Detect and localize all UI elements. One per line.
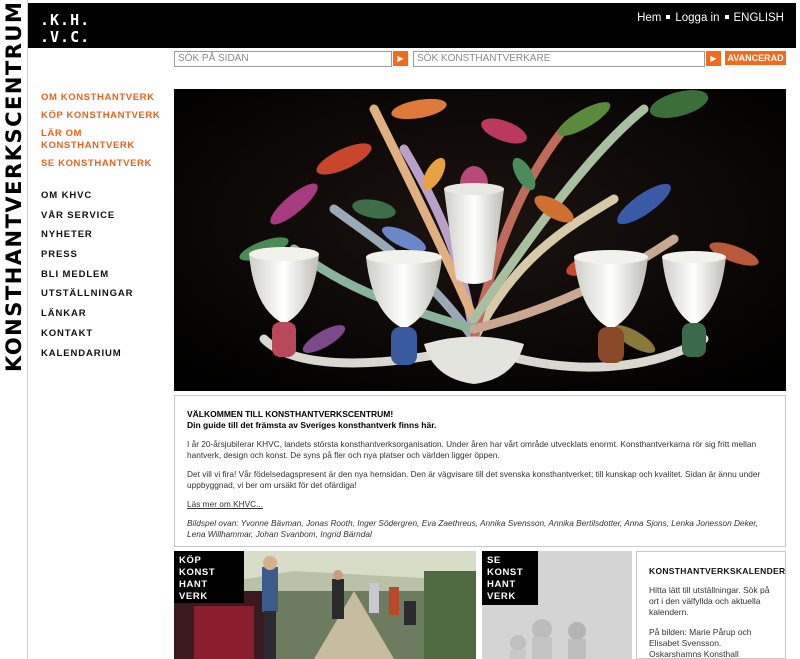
vertical-brand-title: KONSTHANTVERKSCENTRUM [2, 0, 26, 372]
nav-bli-medlem[interactable]: BLI MEDLEM [41, 269, 171, 281]
calendar-photo-credit: På bilden: Marie Pårup och Elisabet Sven… [649, 627, 752, 659]
square-bullet-icon [724, 14, 729, 19]
buy-craft-label: KÖP KONST HANT VERK [174, 551, 244, 603]
welcome-paragraph-1: I år 20-årsjubilerar KHVC, landets störs… [187, 439, 757, 460]
nav-kop-konsthantverk[interactable]: KÖP KONSTHANTVERK [41, 110, 171, 122]
calendar-title: KONSTHANTVERKSKALENDER [649, 566, 786, 576]
glass-chandelier-picture [174, 89, 786, 391]
hero-slideshow-image[interactable] [174, 89, 786, 391]
nav-om-khvc[interactable]: OM KHVC [41, 190, 171, 202]
nav-lar-om-konsthantverk[interactable]: LÄR OM KONSTHANTVERK [41, 128, 141, 152]
english-link[interactable]: ENGLISH [734, 12, 785, 24]
slideshow-credits: Bildspel ovan: Yvonne Bävman, Jonas Root… [187, 518, 758, 539]
artisan-search-input[interactable]: SÖK KONSTHANTVERKARE [413, 51, 705, 67]
site-search-input[interactable]: SÖK PÅ SIDAN [174, 51, 392, 67]
craft-navigation: OM KONSTHANTVERK KÖP KONSTHANTVERK LÄR O… [41, 92, 171, 170]
nav-press[interactable]: PRESS [41, 249, 171, 261]
site-header: .K.H. .V.C. Hem Logga in ENGLISH [28, 3, 796, 48]
see-craft-label: SE KONST HANT VERK [482, 551, 538, 605]
search-bar: SÖK PÅ SIDAN ▶ SÖK KONSTHANTVERKARE ▶ AV… [174, 51, 786, 67]
logo-line-2: .V.C. [40, 28, 91, 46]
buy-craft-card[interactable]: KÖP KONST HANT VERK [174, 551, 476, 659]
advanced-search-button[interactable]: AVANCERAD [725, 51, 786, 65]
read-more-link[interactable]: Läs mer om KHVC... [187, 499, 263, 509]
see-craft-card[interactable]: SE KONST HANT VERK [482, 551, 632, 659]
square-bullet-icon [666, 14, 671, 19]
home-link[interactable]: Hem [637, 12, 661, 24]
vertical-brand-strip: KONSTHANTVERKSCENTRUM [0, 0, 28, 659]
login-link[interactable]: Logga in [675, 12, 719, 24]
site-search-go-button[interactable]: ▶ [393, 51, 408, 66]
nav-se-konsthantverk[interactable]: SE KONSTHANTVERK [41, 158, 171, 170]
khvc-logo[interactable]: .K.H. .V.C. [40, 12, 90, 46]
welcome-box: VÄLKOMMEN TILL KONSTHANTVERKSCENTRUM! Di… [174, 395, 786, 547]
welcome-paragraph-2: Det vill vi fira! Vår födelsedagspresent… [187, 469, 761, 490]
play-arrow-icon: ▶ [710, 54, 717, 63]
top-navigation: Hem Logga in ENGLISH [637, 12, 784, 24]
organisation-navigation: OM KHVC VÅR SERVICE NYHETER PRESS BLI ME… [41, 190, 171, 360]
nav-lankar[interactable]: LÄNKAR [41, 308, 171, 320]
nav-nyheter[interactable]: NYHETER [41, 229, 171, 241]
welcome-subheading: Din guide till det främsta av Sveriges k… [187, 420, 437, 430]
nav-kontakt[interactable]: KONTAKT [41, 328, 171, 340]
nav-kalendarium[interactable]: KALENDARIUM [41, 348, 171, 360]
nav-om-konsthantverk[interactable]: OM KONSTHANTVERK [41, 92, 171, 104]
welcome-heading: VÄLKOMMEN TILL KONSTHANTVERKSCENTRUM! [187, 409, 394, 419]
artisan-search-go-button[interactable]: ▶ [706, 51, 721, 66]
nav-utstallningar[interactable]: UTSTÄLLNINGAR [41, 288, 171, 300]
left-navigation: OM KONSTHANTVERK KÖP KONSTHANTVERK LÄR O… [41, 92, 171, 367]
nav-var-service[interactable]: VÅR SERVICE [41, 210, 171, 222]
calendar-description: Hitta lätt till utställningar. Sök på or… [649, 585, 770, 617]
craft-calendar-box[interactable]: KONSTHANTVERKSKALENDER Hitta lätt till u… [636, 551, 786, 659]
play-arrow-icon: ▶ [397, 54, 404, 63]
logo-line-1: .K.H. [40, 11, 91, 29]
